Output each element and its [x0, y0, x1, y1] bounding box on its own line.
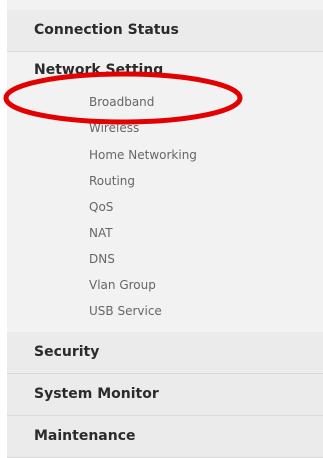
sidebar-menu: Connection Status Network Setting Broadb… — [7, 0, 323, 458]
submenu-vlan-group[interactable]: Vlan Group — [89, 274, 156, 296]
submenu-dns[interactable]: DNS — [89, 248, 115, 270]
menu-system-monitor[interactable]: System Monitor — [7, 374, 323, 416]
submenu-usb-service[interactable]: USB Service — [89, 300, 162, 322]
menu-network-setting[interactable]: Network Setting — [7, 55, 323, 85]
submenu-nat[interactable]: NAT — [89, 222, 113, 244]
menu-security[interactable]: Security — [7, 332, 323, 374]
submenu-qos[interactable]: QoS — [89, 196, 113, 218]
submenu-routing[interactable]: Routing — [89, 170, 135, 192]
menu-connection-status[interactable]: Connection Status — [7, 10, 323, 52]
submenu-broadband[interactable]: Broadband — [89, 91, 154, 113]
submenu-wireless[interactable]: Wireless — [89, 117, 139, 139]
submenu-home-networking[interactable]: Home Networking — [89, 144, 197, 166]
